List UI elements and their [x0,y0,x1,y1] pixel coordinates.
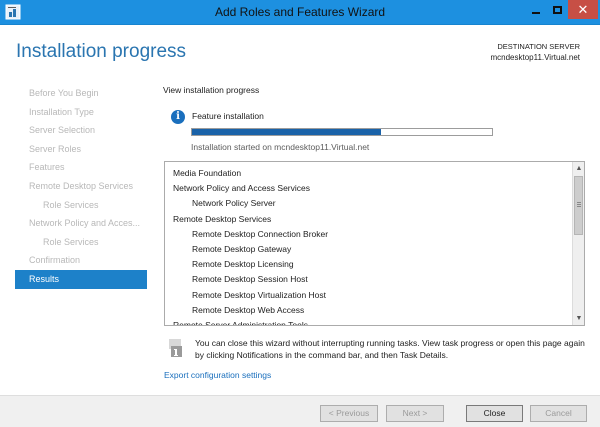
nav-item-results[interactable]: Results [15,269,147,289]
page-title: Installation progress [16,41,187,62]
export-configuration-link[interactable]: Export configuration settings [164,370,271,380]
list-item: Media Foundation [173,168,242,178]
installation-started-text: Installation started on mcndesktop11.Vir… [191,142,370,152]
nav-item-network-policy[interactable]: Network Policy and Acces... [15,214,147,233]
nav-item-server-selection[interactable]: Server Selection [15,121,147,140]
wizard-footer: < Previous Next > Close Cancel [0,395,600,427]
scrollbar-thumb[interactable] [574,176,583,235]
close-button[interactable]: Close [466,405,523,422]
list-item: Remote Desktop Virtualization Host [192,289,327,300]
feature-installation-label: Feature installation [192,111,264,121]
list-item: Remote Desktop Session Host [192,274,308,285]
minimize-icon [532,11,540,14]
vertical-scrollbar[interactable]: ▲ ▼ [572,162,584,325]
wizard-step-nav: Before You Begin Installation Type Serve… [15,84,147,289]
destination-server-label: DESTINATION SERVER [497,42,580,51]
maximize-button[interactable] [547,0,567,19]
list-item: Remote Desktop Gateway [192,243,292,254]
list-item: Network Policy and Access Services [173,183,310,194]
nav-item-before-you-begin[interactable]: Before You Begin [15,84,147,103]
list-item: Remote Server Administration Tools [173,319,308,326]
info-icon: i [171,110,185,124]
list-item: Remote Desktop Services [173,213,272,224]
window-title: Add Roles and Features Wizard [214,5,386,19]
nav-item-confirmation[interactable]: Confirmation [15,251,147,270]
list-item: Remote Desktop Web Access [192,304,305,315]
nav-item-npas-role-services[interactable]: Role Services [15,233,147,252]
list-item: Remote Desktop Connection Broker [192,228,329,239]
scroll-down-arrow-icon[interactable]: ▼ [573,313,584,324]
previous-button[interactable]: < Previous [320,405,378,422]
maximize-icon [552,5,562,14]
nav-item-remote-desktop-services[interactable]: Remote Desktop Services [15,177,147,196]
flag-notification-icon [169,339,182,357]
feature-list[interactable]: Media Foundation Network Policy and Acce… [164,161,585,326]
list-item: Remote Desktop Licensing [192,259,294,270]
destination-server-name: mcndesktop11.Virtual.net [490,53,580,62]
progress-bar-fill [192,129,381,135]
section-label: View installation progress [163,85,260,95]
cancel-button[interactable]: Cancel [530,405,587,422]
installation-progress-bar [191,128,493,136]
next-button[interactable]: Next > [386,405,444,422]
close-wizard-notice: You can close this wizard without interr… [195,338,585,360]
close-icon: ✕ [577,2,589,17]
scroll-up-arrow-icon[interactable]: ▲ [573,163,584,174]
nav-item-rds-role-services[interactable]: Role Services [15,196,147,215]
close-window-button[interactable]: ✕ [568,0,598,19]
minimize-button[interactable] [526,0,546,19]
nav-item-server-roles[interactable]: Server Roles [15,140,147,159]
nav-item-installation-type[interactable]: Installation Type [15,103,147,122]
nav-item-features[interactable]: Features [15,158,147,177]
title-bar: Add Roles and Features Wizard ✕ [0,0,600,25]
list-item: Network Policy Server [192,198,276,209]
